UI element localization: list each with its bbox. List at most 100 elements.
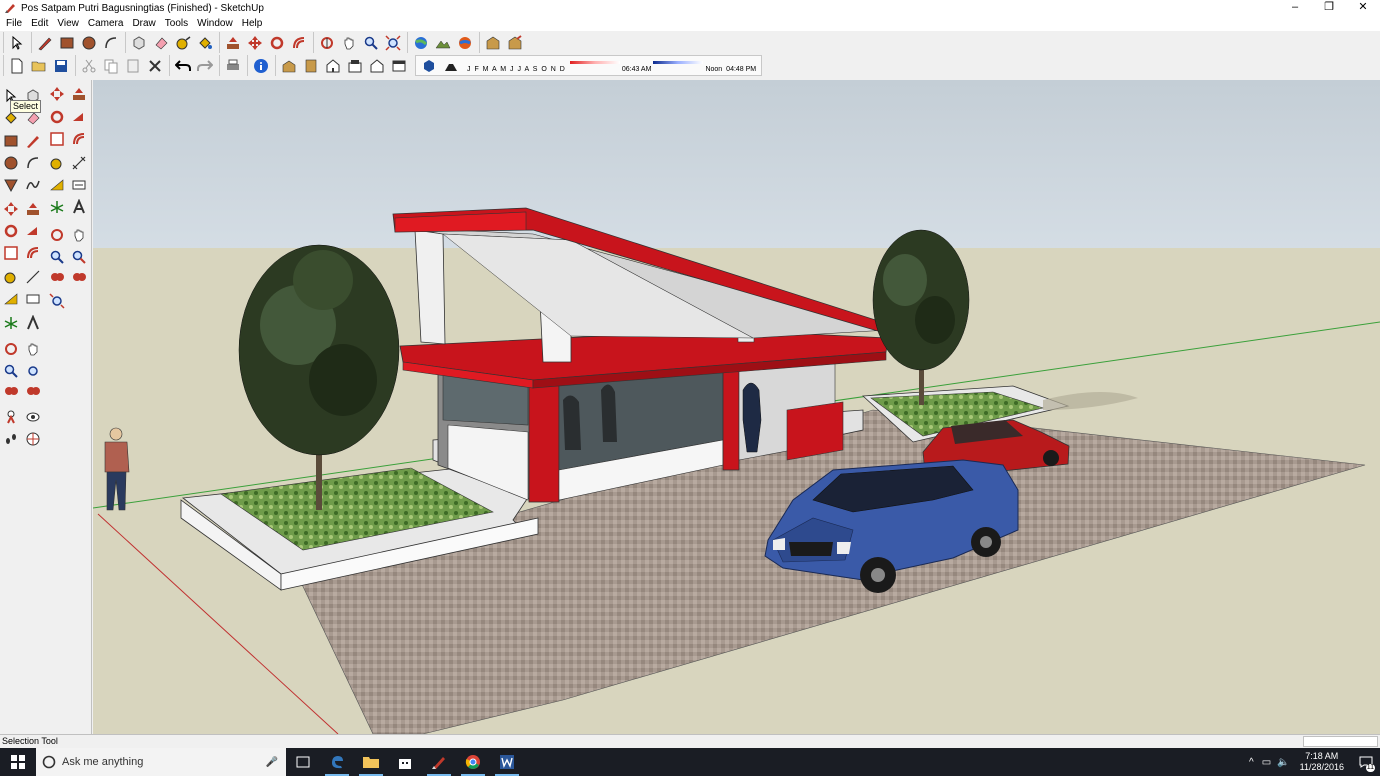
arc-tool[interactable] <box>23 153 43 173</box>
paint-bucket-button[interactable] <box>195 33 215 52</box>
pan-tool-2[interactable] <box>23 339 43 359</box>
menu-edit[interactable]: Edit <box>27 18 53 29</box>
arc-tool-button[interactable] <box>101 33 121 52</box>
line-tool-button[interactable] <box>35 33 55 52</box>
model-info-button[interactable] <box>251 56 271 75</box>
taskbar-store[interactable] <box>388 748 422 776</box>
time-slider[interactable] <box>653 59 704 73</box>
tape-measure-button[interactable] <box>173 33 193 52</box>
measurements-box[interactable] <box>1303 736 1378 747</box>
right-view-button[interactable] <box>345 56 365 75</box>
circle-tool[interactable] <box>1 153 21 173</box>
offset-tool-2[interactable] <box>23 243 43 263</box>
axes-tool-2[interactable] <box>1 313 21 333</box>
offset-tool[interactable] <box>69 129 89 149</box>
eraser-tool-button[interactable] <box>151 33 171 52</box>
3d-text-tool-2[interactable] <box>23 313 43 333</box>
protractor-tool-2[interactable] <box>1 289 21 309</box>
select-tool-button[interactable] <box>7 33 27 52</box>
push-pull-button[interactable] <box>223 33 243 52</box>
minimize-button[interactable]: – <box>1278 0 1312 16</box>
orbit-tool-2[interactable] <box>1 339 21 359</box>
shadow-toggle-button[interactable] <box>419 56 439 75</box>
chevron-up-icon[interactable]: ^ <box>1249 757 1254 768</box>
menu-camera[interactable]: Camera <box>84 18 129 29</box>
dimension-tool[interactable] <box>69 153 89 173</box>
copy-button[interactable] <box>101 56 121 75</box>
taskbar-file-explorer[interactable] <box>354 748 388 776</box>
3d-warehouse-button[interactable] <box>483 33 503 52</box>
tape-measure-tool-2[interactable] <box>1 267 21 287</box>
next-view-tool-2[interactable] <box>23 383 43 403</box>
menu-window[interactable]: Window <box>193 18 238 29</box>
paste-button[interactable] <box>123 56 143 75</box>
pan-tool[interactable] <box>69 225 89 245</box>
left-view-button[interactable] <box>389 56 409 75</box>
extension-warehouse-button[interactable] <box>505 33 525 52</box>
rotate-tool-button[interactable] <box>267 33 287 52</box>
save-button[interactable] <box>51 56 71 75</box>
top-view-button[interactable] <box>301 56 321 75</box>
next-view-tool[interactable] <box>69 269 89 289</box>
axes-tool[interactable] <box>47 197 67 217</box>
previous-view-tool[interactable] <box>47 269 67 289</box>
iso-view-button[interactable] <box>279 56 299 75</box>
notification-center-button[interactable]: 11 <box>1352 748 1380 776</box>
taskbar-word[interactable] <box>490 748 524 776</box>
orbit-tool-button[interactable] <box>317 33 337 52</box>
dimension-tool-2[interactable] <box>23 267 43 287</box>
taskbar-sketchup[interactable] <box>422 748 456 776</box>
menu-file[interactable]: File <box>2 18 27 29</box>
push-pull-tool-2[interactable] <box>23 199 43 219</box>
taskbar-chrome[interactable] <box>456 748 490 776</box>
text-tool[interactable] <box>69 175 89 195</box>
polygon-tool[interactable] <box>1 175 21 195</box>
photo-textures-button[interactable] <box>455 33 475 52</box>
network-icon[interactable]: ▭ <box>1262 757 1271 768</box>
move-tool-2[interactable] <box>1 199 21 219</box>
volume-icon[interactable]: 🔈 <box>1277 757 1289 768</box>
follow-me-tool-2[interactable] <box>23 221 43 241</box>
erase-button[interactable] <box>145 56 165 75</box>
menu-view[interactable]: View <box>53 18 84 29</box>
previous-view-tool-2[interactable] <box>1 383 21 403</box>
3d-text-tool[interactable] <box>69 197 89 217</box>
menu-tools[interactable]: Tools <box>161 18 193 29</box>
rectangle-tool-button[interactable] <box>57 33 77 52</box>
front-view-button[interactable] <box>323 56 343 75</box>
zoom-tool[interactable] <box>47 247 67 267</box>
clock[interactable]: 7:18 AM 11/28/2016 <box>1300 751 1344 773</box>
follow-me-tool[interactable] <box>69 107 89 127</box>
zoom-tool-button[interactable] <box>361 33 381 52</box>
menu-draw[interactable]: Draw <box>128 18 160 29</box>
add-location-button[interactable] <box>411 33 431 52</box>
move-tool[interactable] <box>47 84 67 104</box>
back-view-button[interactable] <box>367 56 387 75</box>
protractor-tool[interactable] <box>47 175 67 195</box>
move-tool-button[interactable] <box>245 33 265 52</box>
month-slider[interactable] <box>569 59 620 73</box>
task-view-button[interactable] <box>286 748 320 776</box>
undo-button[interactable] <box>173 56 193 75</box>
section-plane-tool[interactable] <box>23 429 43 449</box>
zoom-tool-2[interactable] <box>1 361 21 381</box>
push-pull-tool[interactable] <box>69 84 89 104</box>
microphone-icon[interactable]: 🎤 <box>266 757 278 768</box>
zoom-extents-tool-2[interactable] <box>23 361 43 381</box>
redo-button[interactable] <box>195 56 215 75</box>
rotate-tool[interactable] <box>47 107 67 127</box>
maximize-button[interactable]: ❐ <box>1312 0 1346 16</box>
scale-tool-2[interactable] <box>1 243 21 263</box>
rotate-tool-2[interactable] <box>1 221 21 241</box>
pan-tool-button[interactable] <box>339 33 359 52</box>
zoom-window-tool[interactable] <box>69 247 89 267</box>
toggle-terrain-button[interactable] <box>433 33 453 52</box>
scale-tool[interactable] <box>47 129 67 149</box>
look-around-tool[interactable] <box>23 407 43 427</box>
open-file-button[interactable] <box>29 56 49 75</box>
model-viewport[interactable] <box>93 80 1380 734</box>
cut-button[interactable] <box>79 56 99 75</box>
offset-tool-button[interactable] <box>289 33 309 52</box>
close-button[interactable]: ✕ <box>1346 0 1380 16</box>
freehand-tool[interactable] <box>23 175 43 195</box>
